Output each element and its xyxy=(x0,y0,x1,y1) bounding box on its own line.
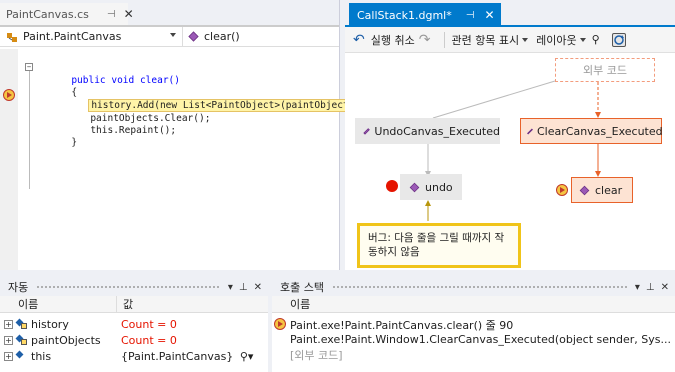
code-line-6: } xyxy=(71,137,78,148)
outline-line xyxy=(29,71,30,189)
method-icon xyxy=(579,185,590,195)
node-label: ClearCanvas_Executed xyxy=(537,124,663,138)
member-dropdown[interactable]: clear() xyxy=(183,27,339,46)
indicator-margin[interactable] xyxy=(0,49,18,270)
variable-name-cell: + history xyxy=(0,318,117,331)
close-icon[interactable]: ✕ xyxy=(124,7,134,21)
method-icon xyxy=(527,128,533,134)
class-dropdown[interactable]: Paint.PaintCanvas xyxy=(0,27,183,46)
tab-label: PaintCanvas.cs xyxy=(6,7,89,21)
autos-window: 자동 ▾ ⊥ ✕ 이름 값 + history Count = 0 + pain… xyxy=(0,278,268,372)
call-stack-window: 호출 스택 ▾ ⊥ ✕ 이름 Paint.exe!Paint.PaintCanv… xyxy=(272,278,675,372)
variable-name-cell: + paintObjects xyxy=(0,334,117,347)
magnifier-icon[interactable]: ⚲▾ xyxy=(240,350,254,363)
stack-frame-text: Paint.exe!Paint.Window1.ClearCanvas_Exec… xyxy=(290,333,671,346)
code-line-5: this.Repaint(); xyxy=(90,125,177,136)
variable-name-cell: + this xyxy=(0,350,117,363)
field-icon xyxy=(15,334,28,345)
class-icon xyxy=(6,32,18,42)
tab-paintcanvas-cs[interactable]: PaintCanvas.cs ⊣ ✕ xyxy=(0,3,134,25)
code-line: public void clear() xyxy=(37,63,180,86)
variable-value-cell[interactable]: {Paint.PaintCanvas} ⚲▾ xyxy=(117,350,253,363)
expand-toggle[interactable]: + xyxy=(4,351,13,361)
editor-tabstrip: PaintCanvas.cs ⊣ ✕ xyxy=(0,0,339,27)
clearcanvas-executed-node[interactable]: ClearCanvas_Executed xyxy=(520,118,663,144)
method-icon xyxy=(188,31,199,42)
stack-frame-text: [외부 코드] xyxy=(290,348,343,362)
stack-frame-row[interactable]: Paint.exe!Paint.PaintCanvas.clear() 줄 90 xyxy=(272,317,675,332)
stack-frame-row[interactable]: [외부 코드] xyxy=(272,347,675,362)
chevron-down-icon xyxy=(170,33,176,37)
node-label: undo xyxy=(425,180,453,194)
undocanvas-executed-node[interactable]: UndoCanvas_Executed xyxy=(355,118,500,144)
clear-node[interactable]: clear xyxy=(571,177,633,203)
node-label: clear xyxy=(595,183,623,197)
autos-row[interactable]: + this {Paint.PaintCanvas} ⚲▾ xyxy=(0,348,268,364)
expand-toggle[interactable]: + xyxy=(4,335,13,345)
name-column-header[interactable]: 이름 xyxy=(0,296,117,312)
autos-row[interactable]: + paintObjects Count = 0 xyxy=(0,332,268,348)
drag-handle[interactable] xyxy=(36,284,220,290)
variable-name: this xyxy=(31,349,52,363)
name-column-label: 이름 xyxy=(290,298,311,311)
code-line: } xyxy=(37,125,77,148)
code-editor: PaintCanvas.cs ⊣ ✕ Paint.PaintCanvas cle… xyxy=(0,0,375,270)
breakpoint-icon[interactable] xyxy=(386,180,398,192)
autos-row[interactable]: + history Count = 0 xyxy=(0,316,268,332)
name-column-label: 이름 xyxy=(18,298,39,311)
autos-title-bar: 자동 ▾ ⊥ ✕ xyxy=(0,278,268,296)
variable-name: history xyxy=(31,317,69,331)
field-icon xyxy=(15,318,28,329)
variable-value: {Paint.PaintCanvas} xyxy=(121,349,234,363)
code-line-1: public void clear() xyxy=(71,75,180,86)
expand-toggle[interactable]: + xyxy=(4,319,13,329)
code-line: history.Add(new List<PaintObject>(paintO… xyxy=(54,88,375,112)
code-line: paintObjects.Clear(); xyxy=(56,101,210,124)
pin-icon[interactable]: ⊣ xyxy=(107,9,116,20)
value-column-header[interactable]: 값 xyxy=(117,296,133,312)
comment-text: 버그: 다음 줄을 그릴 때까지 작동하지 않음 xyxy=(368,232,505,258)
undo-node[interactable]: undo xyxy=(400,174,462,200)
node-label: UndoCanvas_Executed xyxy=(374,124,500,138)
local-variable-icon xyxy=(15,350,28,361)
collapse-toggle[interactable]: − xyxy=(25,63,33,71)
current-frame-icon xyxy=(274,318,286,330)
class-name: Paint.PaintCanvas xyxy=(23,30,122,43)
code-line: this.Repaint(); xyxy=(56,113,176,136)
current-statement-icon xyxy=(3,89,15,101)
member-name: clear() xyxy=(204,30,240,43)
variable-value[interactable]: Count = 0 xyxy=(117,334,177,347)
close-icon[interactable]: ✕ xyxy=(661,282,669,293)
navigation-bar: Paint.PaintCanvas clear() xyxy=(0,27,339,47)
pin-icon[interactable]: ⊥ xyxy=(239,282,248,293)
current-call-icon xyxy=(556,184,568,196)
autos-column-header: 이름 값 xyxy=(0,296,268,313)
autos-title: 자동 xyxy=(8,281,29,294)
method-icon xyxy=(363,127,370,135)
stack-frame-text: Paint.exe!Paint.PaintCanvas.clear() 줄 90 xyxy=(290,318,514,332)
callstack-column-header[interactable]: 이름 xyxy=(272,296,675,313)
close-icon[interactable]: ✕ xyxy=(254,282,262,293)
stack-frame-row[interactable]: Paint.exe!Paint.Window1.ClearCanvas_Exec… xyxy=(272,332,675,347)
dropdown-icon[interactable]: ▾ xyxy=(635,282,640,293)
external-code-label: 외부 코드 xyxy=(583,64,627,77)
dropdown-icon[interactable]: ▾ xyxy=(228,282,233,293)
callstack-title: 호출 스택 xyxy=(280,281,324,294)
value-column-label: 값 xyxy=(123,298,134,311)
pin-icon[interactable]: ⊥ xyxy=(646,282,655,293)
variable-value[interactable]: Count = 0 xyxy=(117,318,177,331)
code-line: { xyxy=(37,75,77,98)
drag-handle[interactable] xyxy=(331,284,627,290)
external-code-node[interactable]: 외부 코드 xyxy=(555,58,655,82)
code-map-diagram: CallStack1.dgml* ⊣ ✕ ↶ 실행 취소 ↷ 관련 항목 표시 … xyxy=(345,0,675,270)
variable-name: paintObjects xyxy=(31,333,101,347)
method-icon xyxy=(409,182,420,192)
callstack-title-bar: 호출 스택 ▾ ⊥ ✕ xyxy=(272,278,675,296)
comment-note[interactable]: 버그: 다음 줄을 그릴 때까지 작동하지 않음 xyxy=(357,223,521,268)
code-text-area[interactable]: − public void clear() { history.Add(new … xyxy=(0,49,375,270)
